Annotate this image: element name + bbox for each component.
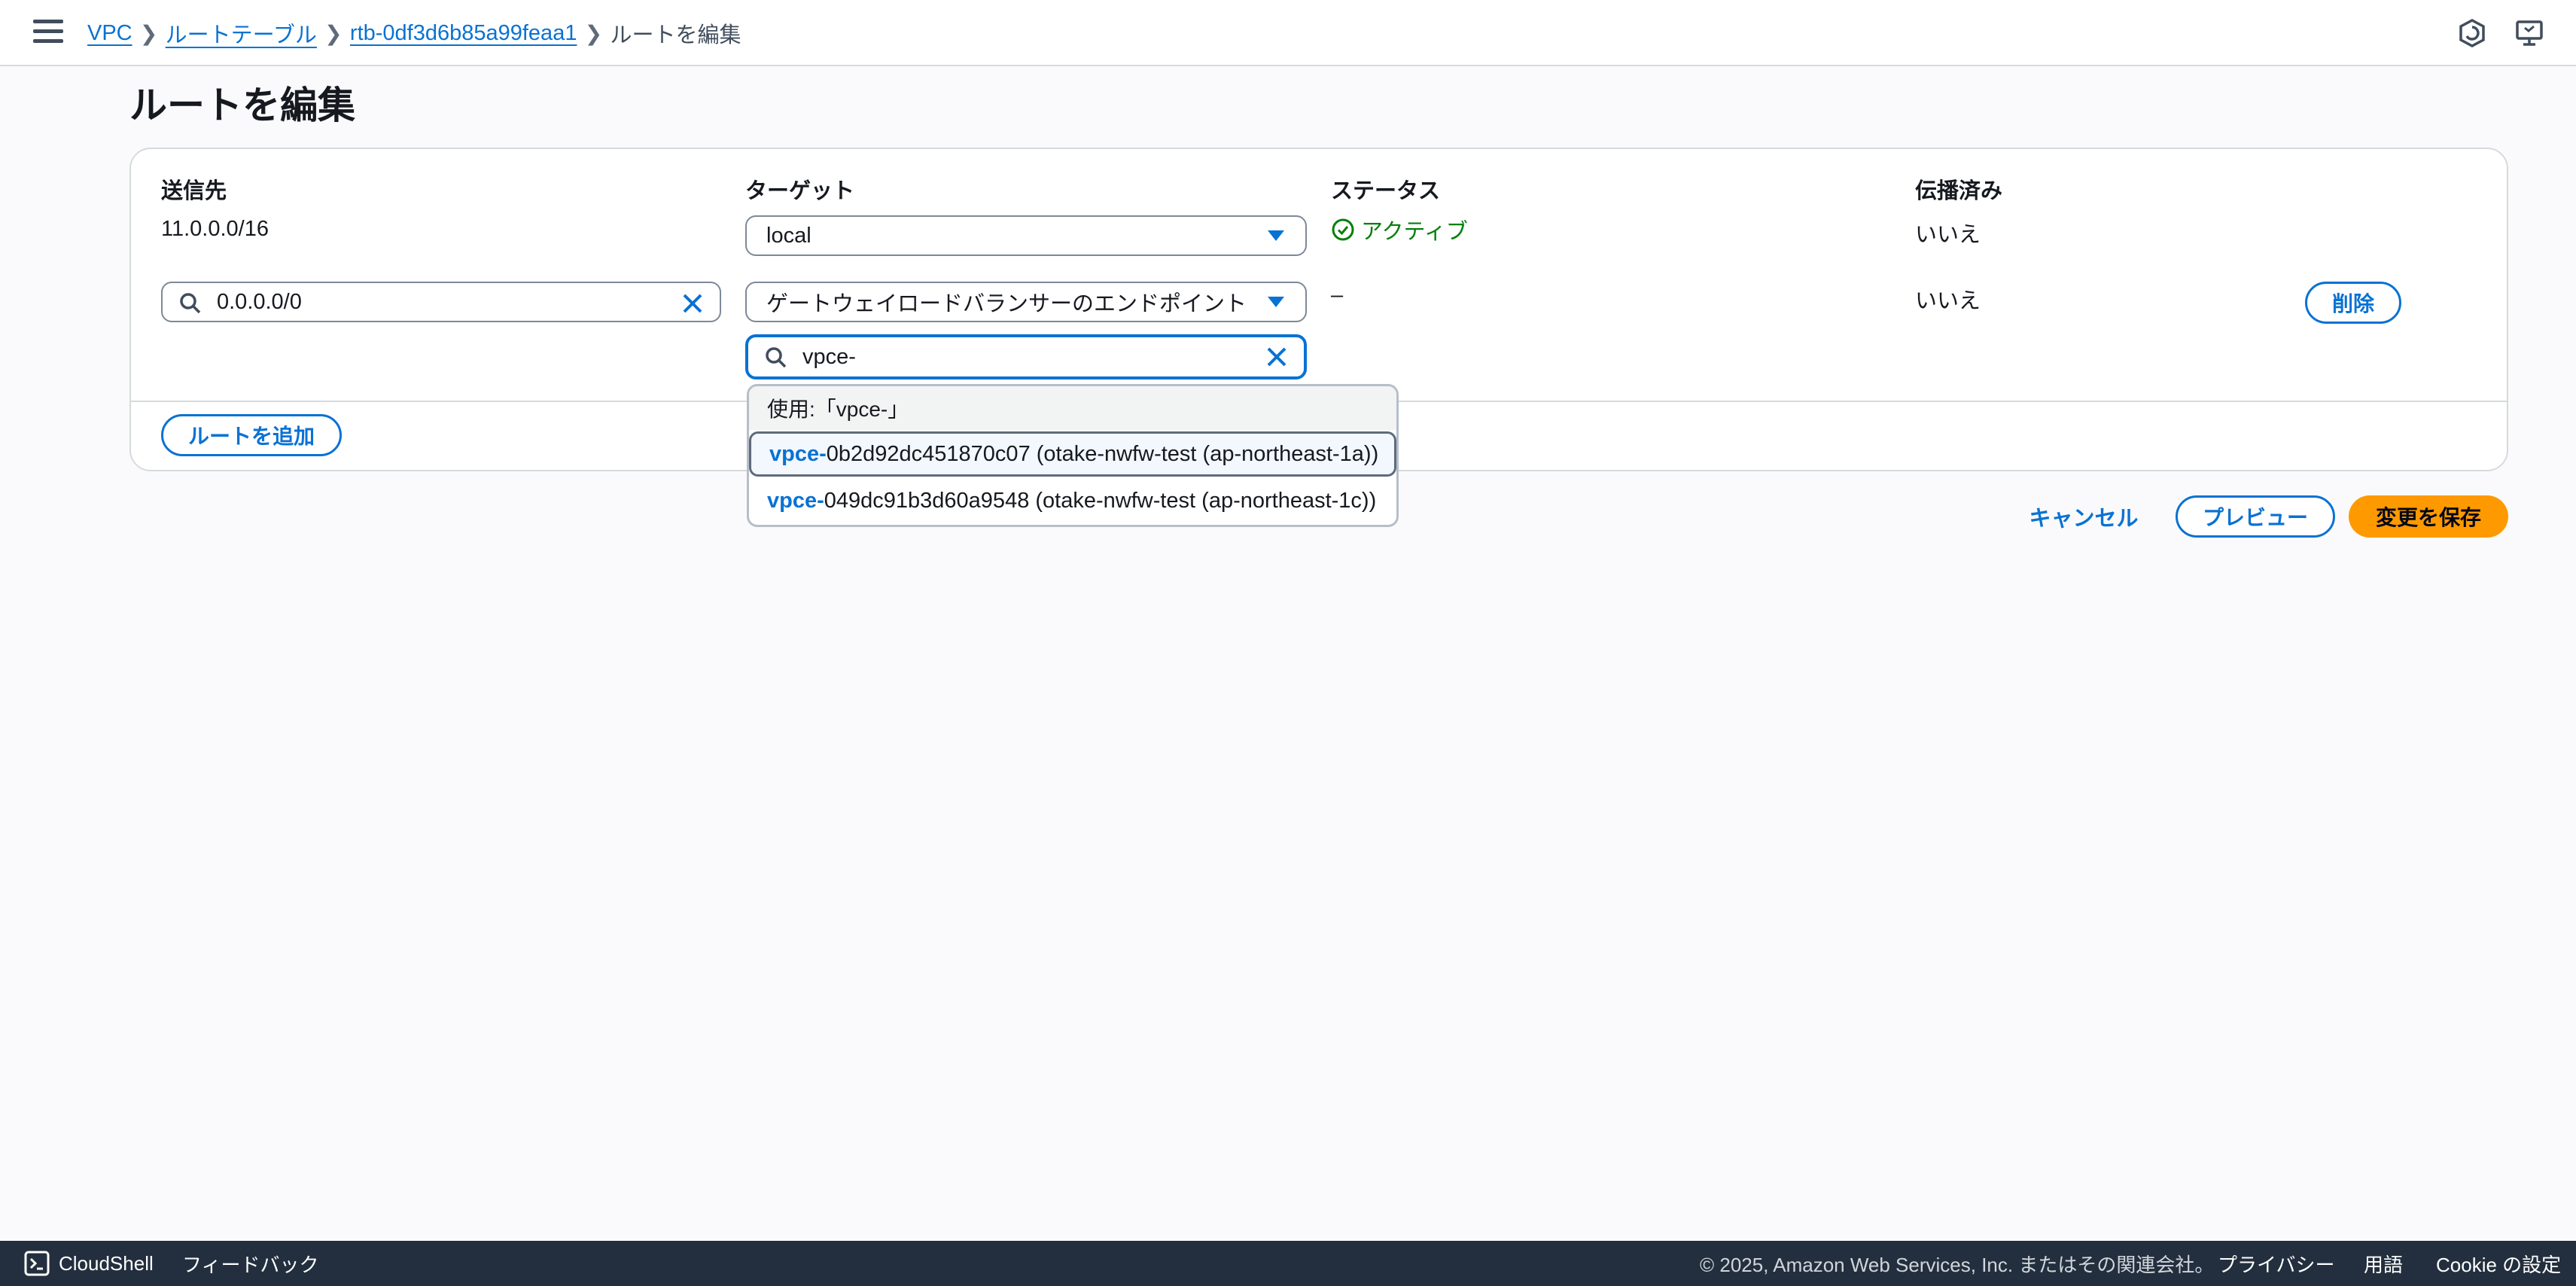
status-badge: アクティブ <box>1331 214 1468 245</box>
clear-icon[interactable] <box>1265 345 1289 369</box>
search-icon <box>766 347 787 368</box>
status-icon[interactable] <box>2457 18 2487 48</box>
top-bar: VPC ❯ ルートテーブル ❯ rtb-0df3d6b85a99feaa1 ❯ … <box>0 0 2576 66</box>
remove-route-button[interactable]: 削除 <box>2305 282 2401 324</box>
option-text: 0b2d92dc451870c07 (otake-nwfw-test (ap-n… <box>826 441 1379 466</box>
column-header-target: ターゲット <box>745 179 855 203</box>
option-text: 049dc91b3d60a9548 (otake-nwfw-test (ap-n… <box>824 488 1377 513</box>
breadcrumb-vpc[interactable]: VPC <box>87 21 132 46</box>
footer: CloudShell フィードバック © 2025, Amazon Web Se… <box>0 1241 2576 1286</box>
dropdown-option[interactable]: vpce- 0b2d92dc451870c07 (otake-nwfw-test … <box>749 431 1396 477</box>
breadcrumb-current: ルートを編集 <box>610 23 741 47</box>
save-changes-button[interactable]: 変更を保存 <box>2349 495 2508 538</box>
copyright-text: © 2025, Amazon Web Services, Inc. またはその関… <box>1700 1253 2215 1276</box>
target-search-wrapper <box>745 334 1307 379</box>
terminal-icon <box>24 1251 50 1276</box>
breadcrumb-route-table-id[interactable]: rtb-0df3d6b85a99feaa1 <box>350 21 577 46</box>
page-title: ルートを編集 <box>129 84 355 126</box>
route-target-select[interactable]: ゲートウェイロードバランサーのエンドポイント <box>745 282 1307 322</box>
caret-down-icon <box>1268 230 1284 241</box>
preview-button[interactable]: プレビュー <box>2176 495 2335 538</box>
route-target-value: ゲートウェイロードバランサーのエンドポイント <box>766 292 1247 316</box>
option-match-text: vpce- <box>769 441 827 466</box>
route-target-value: local <box>766 223 811 248</box>
terms-link[interactable]: 用語 <box>2364 1241 2403 1286</box>
route-propagated: いいえ <box>1915 223 1981 247</box>
column-header-destination: 送信先 <box>161 179 227 203</box>
cancel-button[interactable]: キャンセル <box>2017 495 2150 538</box>
dropdown-option[interactable]: vpce- 049dc91b3d60a9548 (otake-nwfw-test … <box>749 478 1396 523</box>
clear-icon[interactable] <box>681 291 705 315</box>
route-propagated: いいえ <box>1915 289 1981 313</box>
chevron-right-icon: ❯ <box>584 21 603 45</box>
chevron-right-icon: ❯ <box>324 21 343 45</box>
column-header-propagated: 伝播済み <box>1915 179 2003 203</box>
destination-input[interactable] <box>217 283 668 321</box>
cloudshell-link[interactable]: CloudShell <box>24 1241 154 1286</box>
add-route-button[interactable]: ルートを追加 <box>161 414 342 456</box>
target-search-input[interactable] <box>802 337 1253 376</box>
status-text: – <box>1331 283 1344 307</box>
screen-feedback-icon[interactable] <box>2514 18 2544 48</box>
option-match-text: vpce- <box>767 488 824 513</box>
column-header-status: ステータス <box>1331 179 1441 203</box>
feedback-link[interactable]: フィードバック <box>182 1241 318 1286</box>
cloudshell-label: CloudShell <box>59 1251 154 1275</box>
route-destination: 11.0.0.0/16 <box>161 217 269 241</box>
route-target-select[interactable]: local <box>745 215 1307 256</box>
menu-icon[interactable] <box>33 20 63 47</box>
check-circle-icon <box>1332 218 1354 241</box>
destination-input-wrapper <box>161 282 721 322</box>
dropdown-use-value[interactable]: 使用:「vpce-」 <box>749 386 1396 430</box>
caret-down-icon <box>1268 297 1284 307</box>
breadcrumb-route-tables[interactable]: ルートテーブル <box>166 17 317 49</box>
cookie-settings-link[interactable]: Cookie の設定 <box>2436 1241 2561 1286</box>
privacy-link[interactable]: プライバシー <box>2218 1241 2334 1286</box>
breadcrumb: VPC ❯ ルートテーブル ❯ rtb-0df3d6b85a99feaa1 ❯ … <box>87 15 741 51</box>
status-text: アクティブ <box>1361 220 1468 244</box>
chevron-right-icon: ❯ <box>139 21 158 45</box>
target-dropdown: 使用:「vpce-」 vpce- 0b2d92dc451870c07 (otake… <box>747 384 1399 527</box>
search-icon <box>180 293 201 314</box>
